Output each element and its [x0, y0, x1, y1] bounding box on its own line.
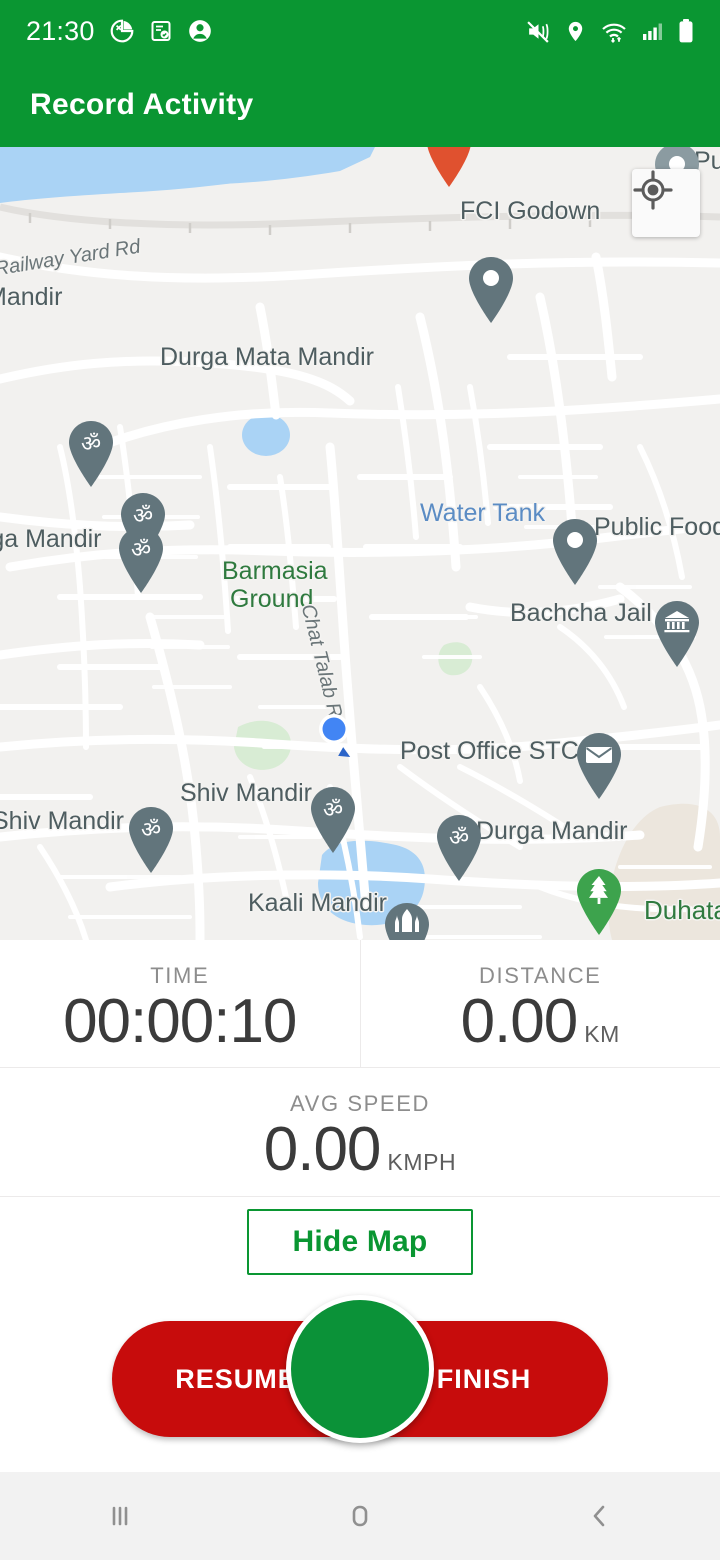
stat-avg-speed-value: 0.00 — [263, 1115, 382, 1184]
app-screen: 21:30 Record Activity Railway Yard Rd an… — [0, 0, 720, 1560]
om-temple-pin[interactable]: ॐ — [114, 525, 168, 595]
app-bar: Record Activity — [0, 62, 720, 147]
stat-distance-value: 0.00 — [460, 986, 579, 1056]
nav-back-button[interactable] — [540, 1499, 660, 1533]
svg-text:ॐ: ॐ — [131, 538, 151, 563]
post-office-pin[interactable] — [572, 731, 626, 801]
status-bar-left: 21:30 — [26, 16, 213, 47]
stat-avg-speed: AVG SPEED 0.00 KMPH — [0, 1068, 720, 1196]
svg-text:ॐ: ॐ — [449, 826, 469, 851]
temple-building-pin[interactable] — [380, 901, 434, 940]
museum-pin[interactable] — [650, 599, 704, 669]
om-temple-pin[interactable]: ॐ — [124, 805, 178, 875]
hide-map-button[interactable]: Hide Map — [246, 1209, 474, 1275]
stats-row-bottom: AVG SPEED 0.00 KMPH — [0, 1068, 720, 1197]
stat-distance-label: DISTANCE — [479, 962, 602, 988]
stat-time-value: 00:00:10 — [63, 986, 297, 1056]
note-check-icon — [149, 19, 173, 43]
wifi-icon — [600, 19, 628, 44]
map-view[interactable]: Railway Yard Rd Mandir Durga Mata Mandir… — [0, 147, 720, 940]
android-nav-bar — [0, 1472, 720, 1560]
stat-distance-unit: KM — [584, 1020, 620, 1047]
battery-icon — [678, 18, 694, 44]
om-temple-pin[interactable]: ॐ — [432, 813, 486, 883]
my-location-button[interactable] — [632, 169, 700, 237]
user-location-dot — [319, 714, 351, 757]
stat-avg-speed-label: AVG SPEED — [290, 1091, 430, 1116]
status-bar: 21:30 — [0, 0, 720, 62]
stat-avg-speed-unit: KMPH — [387, 1149, 457, 1175]
nav-home-button[interactable] — [300, 1499, 420, 1533]
om-temple-pin[interactable]: ॐ — [306, 785, 360, 855]
svg-text:ॐ: ॐ — [323, 798, 343, 823]
stat-distance-valuerow: 0.00 KM — [460, 986, 620, 1056]
pause-record-button[interactable] — [286, 1295, 434, 1443]
page-title: Record Activity — [30, 87, 254, 121]
om-temple-pin[interactable]: ॐ — [64, 419, 118, 489]
mute-vibrate-icon — [526, 19, 551, 44]
svg-text:ॐ: ॐ — [81, 432, 101, 457]
home-icon — [352, 1505, 368, 1527]
stats-pie-icon — [109, 18, 135, 44]
generic-dot-pin[interactable] — [464, 255, 518, 325]
my-location-icon — [633, 170, 673, 210]
nav-recents-button[interactable] — [60, 1499, 180, 1533]
status-bar-clock: 21:30 — [26, 15, 95, 46]
status-bar-right — [526, 18, 694, 44]
generic-dot-pin[interactable] — [548, 517, 602, 587]
controls-panel: Hide Map RESUME FINISH — [0, 1198, 720, 1479]
signal-icon — [641, 19, 665, 43]
recents-icon — [112, 1506, 128, 1526]
action-buttons-wrap: RESUME FINISH — [0, 1295, 720, 1479]
hide-map-wrap: Hide Map — [0, 1198, 720, 1275]
back-icon — [593, 1505, 605, 1527]
location-icon — [564, 20, 587, 43]
stats-panel: TIME 00:00:10 DISTANCE 0.00 KM AVG SPEED… — [0, 940, 720, 1197]
account-circle-icon — [187, 18, 213, 44]
stat-time: TIME 00:00:10 — [0, 940, 361, 1067]
stat-avg-speed-valuerow: 0.00 KMPH — [264, 1119, 457, 1181]
stat-distance: DISTANCE 0.00 KM — [361, 940, 720, 1067]
park-tree-pin[interactable] — [572, 867, 626, 937]
stat-time-label: TIME — [150, 962, 210, 988]
stat-time-valuerow: 00:00:10 — [63, 986, 297, 1056]
stats-row-top: TIME 00:00:10 DISTANCE 0.00 KM — [0, 940, 720, 1068]
map-canvas — [0, 147, 720, 940]
svg-text:ॐ: ॐ — [141, 818, 161, 843]
red-destination-pin[interactable] — [422, 147, 476, 189]
